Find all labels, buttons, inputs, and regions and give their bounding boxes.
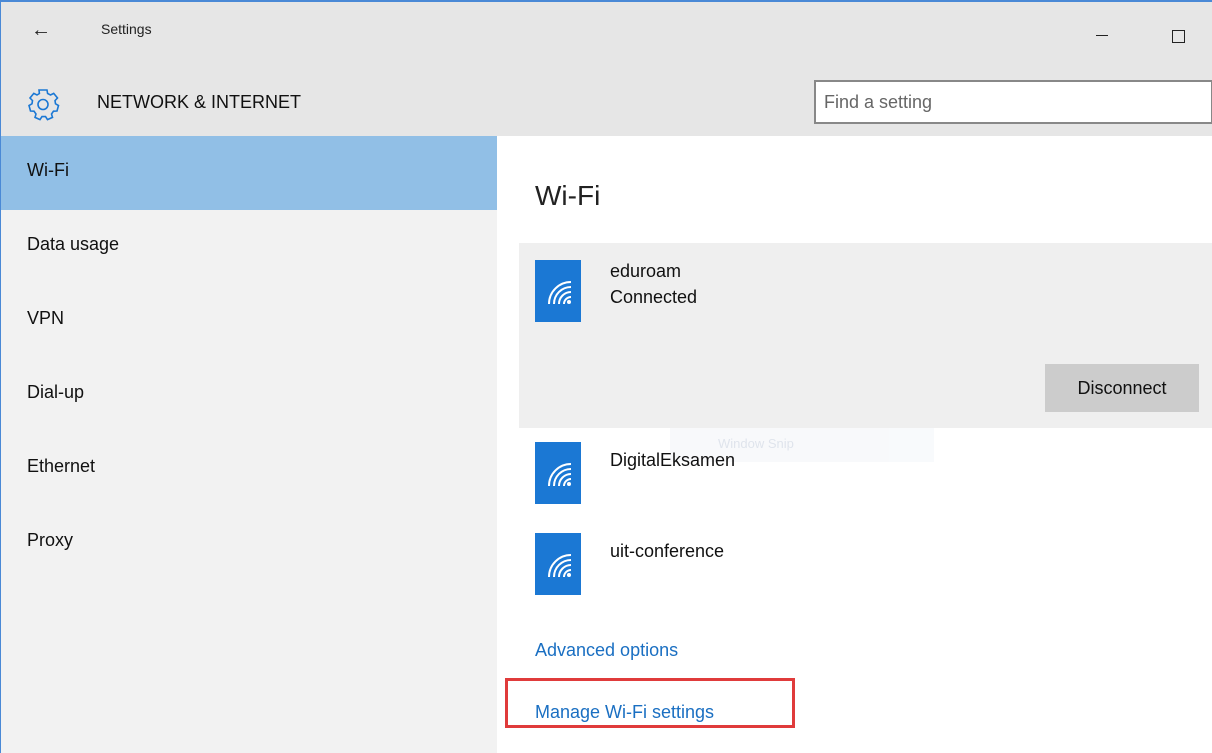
title-bar: ← Settings: [1, 2, 1212, 72]
network-name[interactable]: uit-conference: [610, 541, 724, 562]
advanced-options-link[interactable]: Advanced options: [535, 640, 678, 661]
search-box[interactable]: [814, 80, 1212, 124]
gear-icon: [28, 89, 60, 121]
sidebar: Wi-Fi Data usage VPN Dial-up Ethernet Pr…: [1, 136, 497, 753]
back-arrow-icon[interactable]: ←: [21, 14, 61, 46]
sidebar-item-label: Wi-Fi: [27, 160, 69, 180]
maximize-icon: [1171, 29, 1185, 43]
page-title: Wi-Fi: [535, 180, 601, 211]
snip-overlay-text: Window Snip: [718, 436, 794, 451]
search-input[interactable]: [816, 82, 1211, 122]
minimize-button[interactable]: [1079, 12, 1125, 52]
settings-window: ← Settings NETWORK & INTERNET Wi-Fi Data…: [0, 0, 1212, 753]
sidebar-item-wifi[interactable]: Wi-Fi: [1, 136, 497, 210]
sidebar-item-dial-up[interactable]: Dial-up: [1, 358, 497, 432]
sidebar-item-label: Proxy: [27, 530, 74, 550]
wifi-signal-icon: [535, 533, 581, 595]
wifi-signal-icon: [535, 260, 581, 322]
section-title: NETWORK & INTERNET: [97, 92, 302, 112]
network-name: eduroam: [610, 261, 682, 281]
network-name[interactable]: DigitalEksamen: [610, 450, 735, 471]
maximize-button[interactable]: [1155, 12, 1201, 52]
sidebar-item-label: Dial-up: [27, 382, 85, 402]
sidebar-item-vpn[interactable]: VPN: [1, 284, 497, 358]
disconnect-button[interactable]: Disconnect: [1045, 364, 1199, 412]
main-content: Wi-Fi eduroam Connected Disconnect Windo…: [497, 136, 1212, 753]
highlight-box: [505, 678, 795, 728]
sidebar-item-proxy[interactable]: Proxy: [1, 506, 497, 580]
minimize-icon: [1096, 34, 1108, 36]
sidebar-item-label: Ethernet: [27, 456, 96, 476]
sidebar-item-ethernet[interactable]: Ethernet: [1, 432, 497, 506]
network-item-selected[interactable]: eduroam Connected Disconnect: [519, 243, 1212, 428]
wifi-signal-icon: [535, 442, 581, 504]
header: NETWORK & INTERNET: [1, 72, 1212, 136]
sidebar-item-label: VPN: [27, 308, 65, 328]
network-status: Connected: [610, 287, 698, 307]
sidebar-item-label: Data usage: [27, 234, 120, 254]
app-title: Settings: [101, 21, 152, 37]
sidebar-item-data-usage[interactable]: Data usage: [1, 210, 497, 284]
